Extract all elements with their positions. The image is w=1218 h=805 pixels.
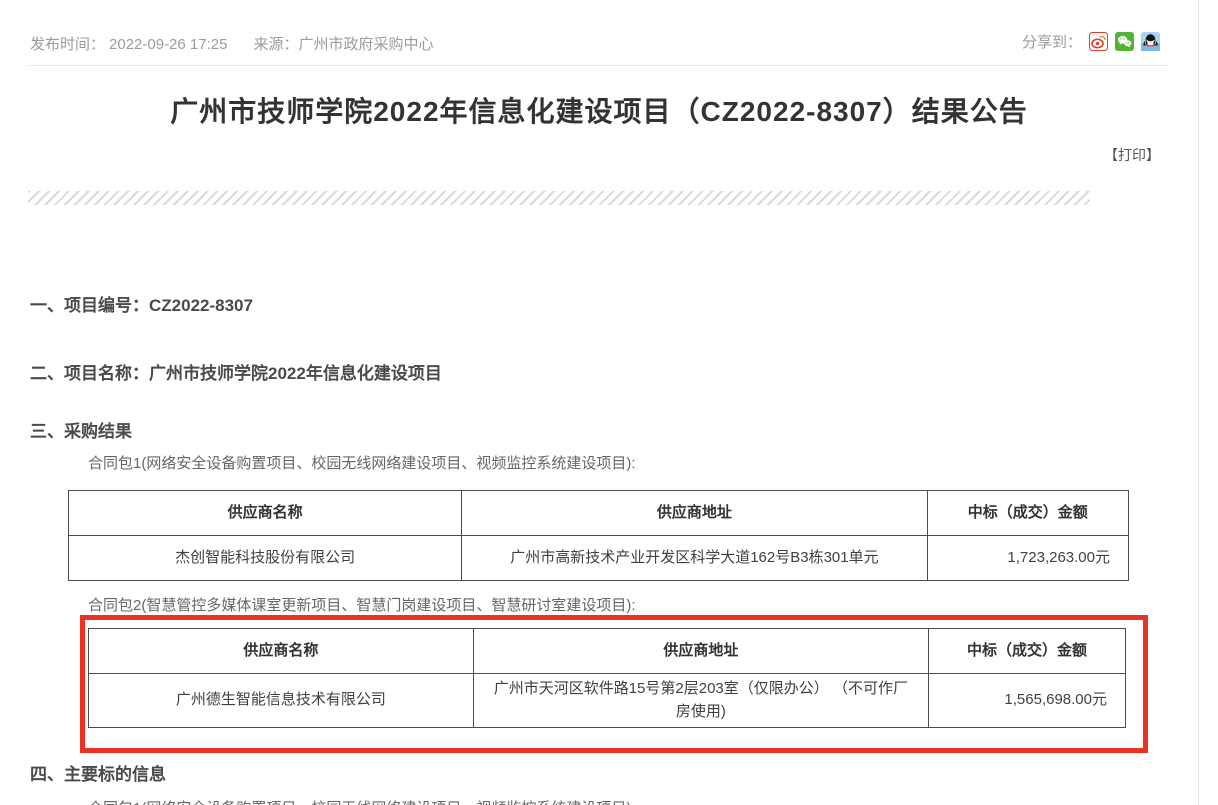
section-procurement-result: 三、采购结果	[30, 417, 132, 442]
supplier-name-cell: 广州德生智能信息技术有限公司	[89, 674, 474, 728]
section-project-number: 一、项目编号：CZ2022-8307	[30, 291, 253, 316]
package2-table: 供应商名称 供应商地址 中标（成交）金额 广州德生智能信息技术有限公司 广州市天…	[88, 628, 1126, 728]
table-header-row: 供应商名称 供应商地址 中标（成交）金额	[89, 629, 1126, 674]
table-row: 广州德生智能信息技术有限公司 广州市天河区软件路15号第2层203室（仅限办公）…	[89, 674, 1126, 728]
supplier-address-cell: 广州市天河区软件路15号第2层203室（仅限办公） （不可作厂房使用)	[473, 674, 928, 728]
hatched-divider	[28, 191, 1090, 205]
supplier-address-cell: 广州市高新技术产业开发区科学大道162号B3栋301单元	[462, 536, 927, 581]
header-divider	[28, 65, 1168, 66]
col-header-supplier-address: 供应商地址	[462, 491, 927, 536]
qq-icon[interactable]	[1141, 32, 1160, 51]
col-header-award-amount: 中标（成交）金额	[928, 629, 1125, 674]
publish-time-value: 2022-09-26 17:25	[109, 36, 227, 53]
source-label: 来源：	[253, 36, 298, 53]
supplier-name-cell: 杰创智能科技股份有限公司	[69, 536, 462, 581]
meta-row: 发布时间：2022-09-26 17:25 来源：广州市政府采购中心	[30, 33, 433, 54]
share-row: 分享到：	[1022, 31, 1160, 52]
wechat-icon[interactable]	[1115, 32, 1134, 51]
col-header-supplier-address: 供应商地址	[473, 629, 928, 674]
publish-time-label: 发布时间：	[30, 36, 105, 53]
content-right-border	[1198, 0, 1199, 805]
col-header-award-amount: 中标（成交）金额	[927, 491, 1128, 536]
print-button[interactable]: 【打印】	[1104, 145, 1160, 165]
share-label: 分享到：	[1022, 31, 1082, 52]
source-value: 广州市政府采购中心	[298, 36, 433, 53]
weibo-icon[interactable]	[1089, 32, 1108, 51]
package1-label: 合同包1(网络安全设备购置项目、校园无线网络建设项目、视频监控系统建设项目):	[88, 452, 636, 473]
announcement-page: 发布时间：2022-09-26 17:25 来源：广州市政府采购中心 分享到： 广…	[0, 0, 1218, 805]
clipped-bottom-line: 合同包1(网络安全设备购置项目、校园无线网络建设项目、视频监控系统建设项目):	[88, 797, 636, 805]
table-header-row: 供应商名称 供应商地址 中标（成交）金额	[69, 491, 1129, 536]
section-project-name: 二、项目名称：广州市技师学院2022年信息化建设项目	[30, 359, 442, 384]
table-row: 杰创智能科技股份有限公司 广州市高新技术产业开发区科学大道162号B3栋301单…	[69, 536, 1129, 581]
red-highlight-annotation: 供应商名称 供应商地址 中标（成交）金额 广州德生智能信息技术有限公司 广州市天…	[80, 615, 1148, 753]
award-amount-cell: 1,565,698.00元	[928, 674, 1125, 728]
award-amount-cell: 1,723,263.00元	[927, 536, 1128, 581]
col-header-supplier-name: 供应商名称	[69, 491, 462, 536]
package1-table: 供应商名称 供应商地址 中标（成交）金额 杰创智能科技股份有限公司 广州市高新技…	[68, 490, 1129, 581]
page-title: 广州市技师学院2022年信息化建设项目（CZ2022-8307）结果公告	[0, 90, 1198, 130]
package2-label: 合同包2(智慧管控多媒体课室更新项目、智慧门岗建设项目、智慧研讨室建设项目):	[88, 594, 636, 615]
col-header-supplier-name: 供应商名称	[89, 629, 474, 674]
section-main-subject-info: 四、主要标的信息	[30, 760, 166, 785]
